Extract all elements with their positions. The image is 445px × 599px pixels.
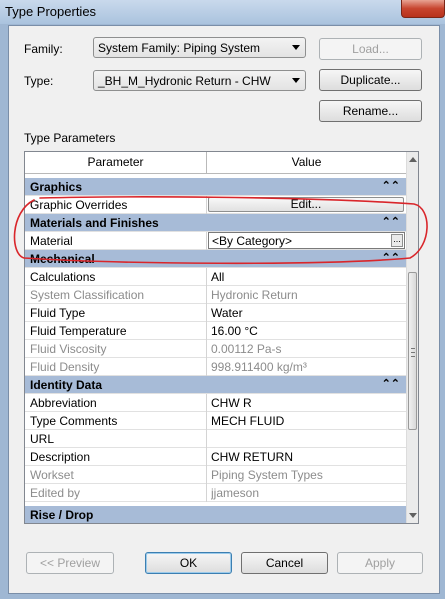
group-graphics[interactable]: Graphics ⌃⌃	[25, 178, 406, 196]
collapse-chevrons-icon[interactable]: ⌃⌃	[382, 179, 400, 192]
type-parameters-label: Type Parameters	[24, 131, 116, 145]
grid-scrollbar[interactable]	[406, 152, 418, 523]
param-name: Calculations	[30, 270, 96, 284]
apply-button[interactable]: Apply	[337, 552, 423, 574]
grid-header: Parameter Value	[25, 152, 406, 174]
material-value: <By Category>	[212, 234, 293, 248]
grid-row-material[interactable]: Material <By Category> ...	[25, 232, 406, 250]
param-name: Fluid Viscosity	[30, 342, 107, 356]
cancel-button[interactable]: Cancel	[241, 552, 328, 574]
grid-row-fluid-viscosity: Fluid Viscosity 0.00112 Pa-s	[25, 340, 406, 358]
param-value[interactable]: 16.00 °C	[211, 324, 401, 338]
collapse-chevrons-icon[interactable]: ⌃⌃	[382, 215, 400, 228]
param-value: jjameson	[211, 486, 260, 500]
duplicate-button[interactable]: Duplicate...	[319, 69, 422, 91]
group-rise-drop[interactable]: Rise / Drop	[25, 506, 406, 523]
param-name: Material	[30, 234, 73, 248]
group-identity-data[interactable]: Identity Data ⌃⌃	[25, 376, 406, 394]
param-name: Edited by	[30, 486, 81, 500]
type-parameters-grid[interactable]: Parameter Value Graphics ⌃⌃ Graphic Over…	[24, 151, 419, 524]
type-label: Type:	[24, 74, 54, 88]
grid-row-fluid-type[interactable]: Fluid Type Water	[25, 304, 406, 322]
grid-row-url[interactable]: URL	[25, 430, 406, 448]
grid-row-description[interactable]: Description CHW RETURN	[25, 448, 406, 466]
value-column-header[interactable]: Value	[207, 152, 406, 173]
grid-row-fluid-density: Fluid Density 998.911400 kg/m³	[25, 358, 406, 376]
param-value[interactable]: MECH FLUID	[211, 414, 401, 428]
param-name: Workset	[30, 468, 74, 482]
param-value: 0.00112 Pa-s	[211, 342, 282, 356]
title-bar: Type Properties	[0, 0, 445, 24]
param-value[interactable]: CHW R	[211, 396, 401, 410]
param-name: Type Comments	[30, 414, 118, 428]
type-value: _BH_M_Hydronic Return - CHW	[98, 74, 271, 88]
grid-row-workset: Workset Piping System Types	[25, 466, 406, 484]
grid-row-system-classification: System Classification Hydronic Return	[25, 286, 406, 304]
material-value-field[interactable]: <By Category> ...	[208, 232, 405, 249]
grid-row-calculations[interactable]: Calculations All	[25, 268, 406, 286]
close-button[interactable]	[401, 0, 445, 18]
param-value[interactable]: All	[211, 270, 401, 284]
param-value[interactable]: CHW RETURN	[211, 450, 401, 464]
param-value: 998.911400 kg/m³	[211, 360, 307, 374]
param-value: Hydronic Return	[211, 288, 298, 302]
grid-row-edited-by: Edited by jjameson	[25, 484, 406, 502]
group-title: Mechanical	[30, 252, 95, 266]
graphic-overrides-edit-button[interactable]: Edit...	[208, 197, 404, 212]
group-title: Identity Data	[30, 378, 103, 392]
group-materials[interactable]: Materials and Finishes ⌃⌃	[25, 214, 406, 232]
parameter-column-header[interactable]: Parameter	[25, 152, 207, 173]
group-title: Graphics	[30, 180, 83, 194]
param-name: Graphic Overrides	[30, 198, 128, 212]
family-value: System Family: Piping System	[98, 41, 261, 55]
grid-row-type-comments[interactable]: Type Comments MECH FLUID	[25, 412, 406, 430]
load-button[interactable]: Load...	[319, 38, 422, 60]
grid-rows: Graphics ⌃⌃ Graphic Overrides Edit... Ma…	[25, 174, 406, 523]
family-dropdown[interactable]: System Family: Piping System	[93, 37, 306, 58]
grid-row-graphic-overrides[interactable]: Graphic Overrides Edit...	[25, 196, 406, 214]
param-name: URL	[30, 432, 55, 446]
param-name: Abbreviation	[30, 396, 97, 410]
param-value[interactable]: Water	[211, 306, 401, 320]
group-mechanical[interactable]: Mechanical ⌃⌃	[25, 250, 406, 268]
scroll-up-arrow-icon[interactable]	[409, 157, 417, 162]
grid-row-abbreviation[interactable]: Abbreviation CHW R	[25, 394, 406, 412]
chevron-down-icon	[292, 78, 300, 83]
param-name: System Classification	[30, 288, 145, 302]
collapse-chevrons-icon[interactable]: ⌃⌃	[382, 251, 400, 264]
param-value: Piping System Types	[211, 468, 323, 482]
param-name: Fluid Density	[30, 360, 100, 374]
scroll-down-arrow-icon[interactable]	[409, 513, 417, 518]
rename-button[interactable]: Rename...	[319, 100, 422, 122]
param-name: Fluid Temperature	[30, 324, 127, 338]
scrollbar-thumb[interactable]	[408, 272, 417, 430]
group-title: Rise / Drop	[30, 508, 94, 522]
param-name: Fluid Type	[30, 306, 86, 320]
ok-button[interactable]: OK	[145, 552, 232, 574]
group-title: Materials and Finishes	[30, 216, 159, 230]
preview-button[interactable]: << Preview	[26, 552, 114, 574]
collapse-chevrons-icon[interactable]: ⌃⌃	[382, 377, 400, 390]
type-dropdown[interactable]: _BH_M_Hydronic Return - CHW	[93, 70, 306, 91]
window-title: Type Properties	[5, 4, 97, 19]
param-name: Description	[30, 450, 91, 464]
grid-row-fluid-temperature[interactable]: Fluid Temperature 16.00 °C	[25, 322, 406, 340]
browse-ellipsis-icon[interactable]: ...	[391, 234, 403, 247]
chevron-down-icon	[292, 45, 300, 50]
family-label: Family:	[24, 42, 63, 56]
